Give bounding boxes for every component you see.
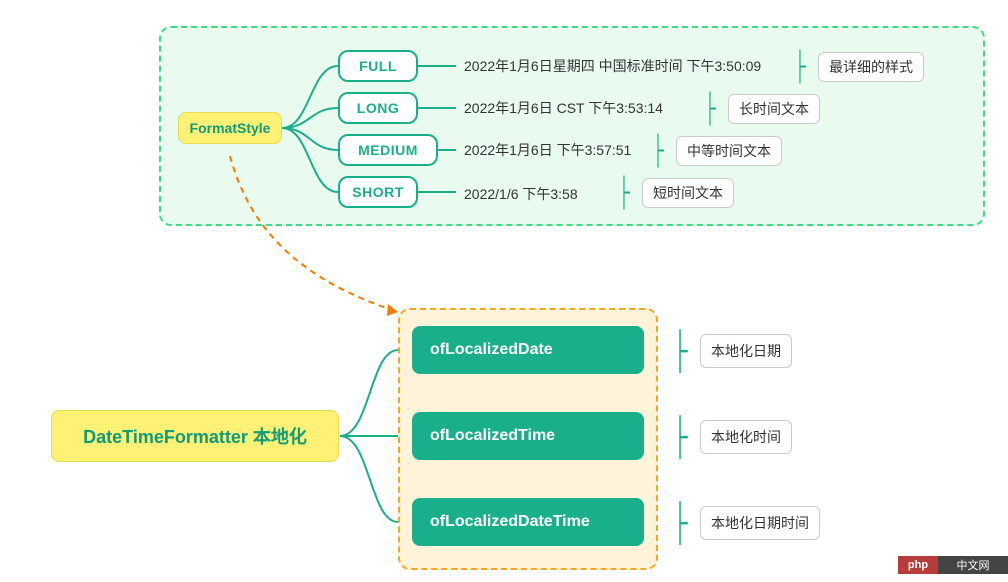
formatstyle-long-note: 长时间文本 <box>728 94 820 124</box>
note-text: 中等时间文本 <box>687 141 771 161</box>
oflocalizeddatetime: ofLocalizedDateTime <box>412 498 644 546</box>
note-text: 长时间文本 <box>739 99 809 119</box>
datetimeformatter-root: DateTimeFormatter 本地化 <box>51 410 339 462</box>
formatstyle-short-label: SHORT <box>352 184 404 200</box>
oflocalizedtime-note: 本地化时间 <box>700 420 792 454</box>
formatstyle-long-example: 2022年1月6日 CST 下午3:53:14 <box>464 98 663 118</box>
note-text: 短时间文本 <box>653 183 723 203</box>
bracket-icon: ├ <box>704 88 716 128</box>
oflocalizeddate-note: 本地化日期 <box>700 334 792 368</box>
formatstyle-full-note: 最详细的样式 <box>818 52 924 82</box>
formatstyle-full-label: FULL <box>359 58 397 74</box>
formatstyle-full: FULL <box>338 50 418 82</box>
formatstyle-short-example: 2022/1/6 下午3:58 <box>464 184 578 204</box>
formatstyle-root-label: FormatStyle <box>190 120 271 136</box>
formatstyle-full-example: 2022年1月6日星期四 中国标准时间 下午3:50:09 <box>464 56 761 76</box>
oflocalizeddate-label: ofLocalizedDate <box>430 341 553 359</box>
formatstyle-short: SHORT <box>338 176 418 208</box>
oflocalizeddatetime-label: ofLocalizedDateTime <box>430 513 590 531</box>
bracket-icon: ├ <box>673 412 687 460</box>
watermark: php 中文网 <box>898 556 1008 574</box>
watermark-left: php <box>898 556 938 574</box>
formatstyle-medium: MEDIUM <box>338 134 438 166</box>
formatstyle-root: FormatStyle <box>178 112 282 144</box>
formatstyle-short-note: 短时间文本 <box>642 178 734 208</box>
bracket-icon: ├ <box>794 46 806 86</box>
oflocalizeddatetime-note: 本地化日期时间 <box>700 506 820 540</box>
formatstyle-long-label: LONG <box>357 100 399 116</box>
oflocalizedtime-label: ofLocalizedTime <box>430 427 555 445</box>
oflocalizeddate: ofLocalizedDate <box>412 326 644 374</box>
formatstyle-medium-label: MEDIUM <box>358 142 418 158</box>
datetimeformatter-root-label: DateTimeFormatter 本地化 <box>83 423 307 449</box>
formatstyle-long: LONG <box>338 92 418 124</box>
note-text: 本地化日期 <box>711 341 781 361</box>
bracket-icon: ├ <box>673 498 687 546</box>
bracket-icon: ├ <box>652 130 664 170</box>
note-text: 最详细的样式 <box>829 57 913 77</box>
bracket-icon: ├ <box>673 326 687 374</box>
formatstyle-medium-note: 中等时间文本 <box>676 136 782 166</box>
note-text: 本地化日期时间 <box>711 513 809 533</box>
watermark-right: 中文网 <box>938 556 1008 574</box>
note-text: 本地化时间 <box>711 427 781 447</box>
formatstyle-medium-example: 2022年1月6日 下午3:57:51 <box>464 140 631 160</box>
oflocalizedtime: ofLocalizedTime <box>412 412 644 460</box>
bracket-icon: ├ <box>618 172 630 212</box>
